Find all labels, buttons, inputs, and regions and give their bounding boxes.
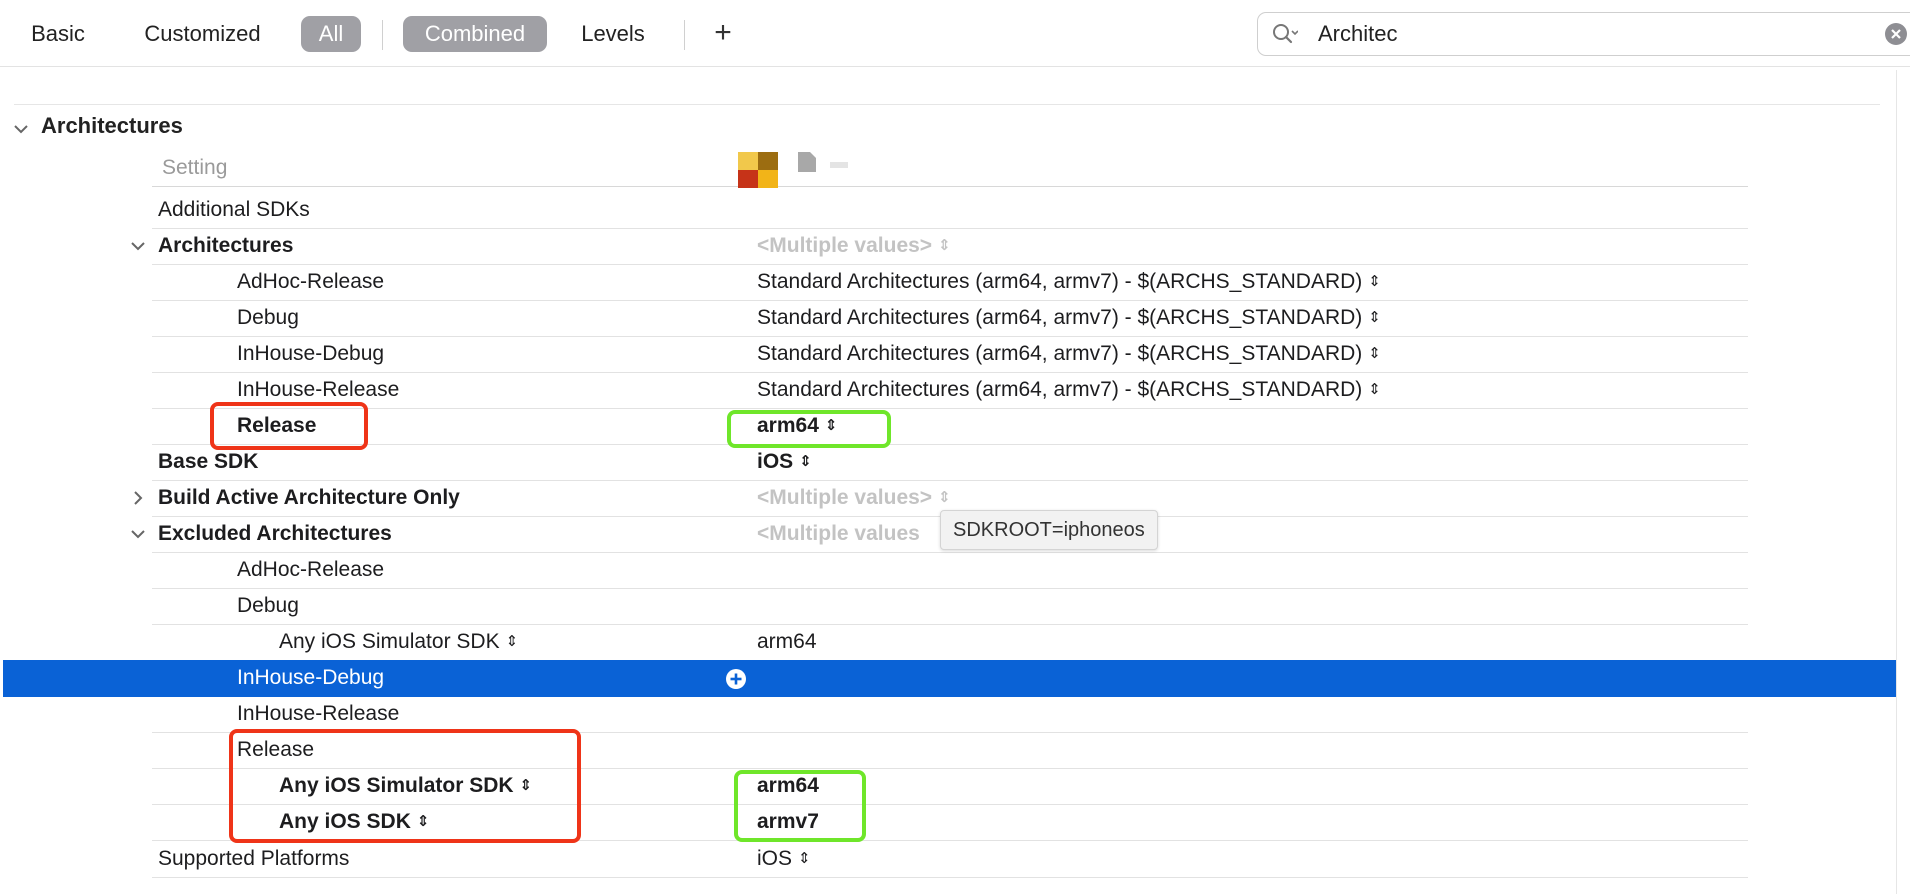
column-header: Setting	[152, 150, 1748, 187]
setting-value[interactable]: Standard Architectures (arm64, armv7) - …	[757, 372, 1381, 408]
value-text: <Multiple values>	[757, 234, 933, 257]
add-condition-icon[interactable]	[725, 668, 747, 690]
sdk-condition-label: Any iOS Simulator SDK	[279, 630, 500, 653]
value-text: Standard Architectures (arm64, armv7) - …	[757, 342, 1363, 365]
value-text: Standard Architectures (arm64, armv7) - …	[757, 270, 1363, 293]
setting-value[interactable]: <Multiple values> ⇕	[757, 228, 951, 264]
chevron-down-icon[interactable]	[12, 120, 30, 138]
stepper-icon: ⇕	[799, 453, 812, 470]
config-name: InHouse-Release	[237, 702, 400, 725]
setting-row-arch-adhoc-release[interactable]: AdHoc-Release Standard Architectures (ar…	[152, 264, 1748, 301]
annotation-box-green	[734, 770, 866, 842]
value-text: Standard Architectures (arm64, armv7) - …	[757, 306, 1363, 329]
tab-levels[interactable]: Levels	[570, 16, 656, 52]
setting-value[interactable]: arm64	[757, 624, 817, 660]
chevron-right-icon[interactable]	[130, 490, 146, 506]
value-text: iOS	[757, 847, 793, 870]
setting-value[interactable]: Standard Architectures (arm64, armv7) - …	[757, 336, 1381, 372]
toolbar: Basic Customized All Combined Levels + A…	[0, 0, 1910, 67]
config-name: InHouse-Debug	[237, 666, 385, 689]
setting-row-arch-inhouse-release[interactable]: InHouse-Release Standard Architectures (…	[152, 372, 1748, 409]
add-setting-button[interactable]: +	[706, 16, 740, 52]
value-text: Standard Architectures (arm64, armv7) - …	[757, 378, 1363, 401]
search-icon	[1273, 24, 1298, 44]
clear-search-icon[interactable]	[1884, 22, 1908, 46]
setting-value[interactable]: Standard Architectures (arm64, armv7) - …	[757, 264, 1381, 300]
setting-value[interactable]: <Multiple values> ⇕	[757, 480, 951, 516]
chevron-down-icon[interactable]	[130, 526, 146, 542]
chevron-down-icon[interactable]	[130, 238, 146, 254]
tab-basic[interactable]: Basic	[18, 16, 98, 52]
stepper-icon: ⇕	[938, 489, 951, 506]
value-text: <Multiple values>	[757, 486, 933, 509]
sdk-condition[interactable]: Any iOS Simulator SDK ⇕	[279, 624, 518, 660]
setting-name: Excluded Architectures	[158, 522, 392, 545]
value-text: iOS	[757, 450, 794, 473]
config-name: AdHoc-Release	[237, 558, 385, 581]
setting-column-label: Setting	[162, 156, 228, 179]
config-name: InHouse-Debug	[237, 342, 385, 365]
stepper-icon: ⇕	[938, 237, 951, 254]
tab-customized[interactable]: Customized	[130, 16, 275, 52]
setting-name: Supported Platforms	[158, 847, 350, 870]
config-name: Debug	[237, 594, 299, 617]
setting-row-supported-platforms[interactable]: Supported Platforms iOS ⇕	[152, 841, 1748, 878]
search-field[interactable]: Architec	[1257, 12, 1910, 56]
toolbar-divider	[684, 20, 685, 50]
config-name: Debug	[237, 306, 299, 329]
divider	[1896, 70, 1897, 894]
setting-row-ex-adhoc-release[interactable]: AdHoc-Release	[152, 552, 1748, 589]
setting-value[interactable]: Standard Architectures (arm64, armv7) - …	[757, 300, 1381, 336]
setting-name: Build Active Architecture Only	[158, 486, 460, 509]
section-title: Architectures	[41, 113, 183, 138]
setting-row-additional-sdks[interactable]: Additional SDKs	[152, 192, 1748, 229]
stepper-icon: ⇕	[1368, 309, 1381, 326]
setting-row-ex-debug-simulator[interactable]: Any iOS Simulator SDK ⇕ arm64	[152, 624, 1748, 661]
stepper-icon: ⇕	[1368, 381, 1381, 398]
setting-row-ex-inhouse-debug[interactable]: InHouse-Debug	[3, 660, 1896, 697]
tooltip: SDKROOT=iphoneos	[940, 510, 1158, 550]
setting-row-arch-debug[interactable]: Debug Standard Architectures (arm64, arm…	[152, 300, 1748, 337]
setting-row-arch-release[interactable]: Release arm64 ⇕	[152, 408, 1748, 445]
search-input[interactable]: Architec	[1318, 13, 1397, 55]
toolbar-divider	[382, 20, 383, 50]
stepper-icon: ⇕	[798, 850, 811, 867]
setting-row-ex-inhouse-release[interactable]: InHouse-Release	[152, 696, 1748, 733]
stepper-icon: ⇕	[1368, 345, 1381, 362]
annotation-box-red	[210, 402, 368, 450]
setting-row-ex-debug[interactable]: Debug	[152, 588, 1748, 625]
setting-row-arch-inhouse-debug[interactable]: InHouse-Debug Standard Architectures (ar…	[152, 336, 1748, 373]
stepper-icon: ⇕	[1368, 273, 1381, 290]
setting-row-architectures[interactable]: Architectures <Multiple values> ⇕	[131, 228, 1748, 265]
tab-all[interactable]: All	[301, 16, 361, 52]
annotation-box-red	[229, 729, 581, 843]
annotation-box-green	[727, 410, 891, 448]
setting-name: Additional SDKs	[158, 198, 310, 221]
setting-name: Architectures	[158, 234, 294, 257]
setting-value[interactable]: <Multiple values	[757, 516, 920, 552]
setting-value[interactable]: iOS ⇕	[757, 841, 811, 877]
divider	[14, 104, 1880, 105]
tab-combined[interactable]: Combined	[403, 16, 547, 52]
stepper-icon: ⇕	[505, 633, 519, 650]
setting-value[interactable]: iOS ⇕	[757, 444, 812, 480]
config-name: AdHoc-Release	[237, 270, 385, 293]
setting-row-base-sdk[interactable]: Base SDK iOS ⇕	[152, 444, 1748, 481]
target-icons	[738, 152, 848, 188]
